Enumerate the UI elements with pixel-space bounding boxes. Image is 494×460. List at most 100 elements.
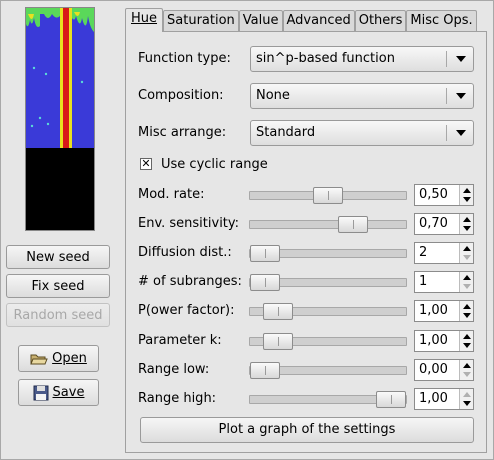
chevron-down-icon (456, 93, 466, 99)
spin-up-icon[interactable] (463, 246, 471, 251)
random-seed-button[interactable]: Random seed (6, 303, 110, 327)
spin-up-icon[interactable] (463, 304, 471, 309)
spin-buttons (459, 185, 473, 205)
function-type-label: Function type: (138, 51, 231, 66)
spin-buttons (459, 214, 473, 234)
combo-separator (446, 125, 447, 141)
tab-advanced[interactable]: Advanced (282, 10, 355, 32)
floppy-disk-icon (33, 385, 49, 401)
spin-down-icon[interactable] (463, 197, 471, 202)
slider-handle[interactable] (250, 274, 280, 291)
value-spinbox[interactable]: 1,00 (414, 300, 474, 322)
combo-separator (446, 88, 447, 104)
tab-saturation[interactable]: Saturation (163, 10, 239, 32)
spin-down-icon[interactable] (463, 284, 471, 289)
chevron-down-icon (456, 56, 466, 62)
gflare-dialog: New seed Fix seed Random seed Open Save … (0, 0, 494, 460)
slider-handle[interactable] (263, 303, 293, 320)
misc-arrange-combo[interactable]: Standard (250, 120, 474, 146)
slider-track[interactable] (249, 245, 407, 262)
slider-track[interactable] (249, 391, 407, 408)
spin-down-icon[interactable] (463, 255, 471, 260)
slider-handle[interactable] (250, 245, 280, 262)
open-button[interactable]: Open (18, 345, 99, 372)
spin-buttons (459, 331, 473, 351)
spin-up-icon[interactable] (463, 363, 471, 368)
plot-graph-button[interactable]: Plot a graph of the settings (140, 417, 474, 443)
slider-handle[interactable] (313, 187, 343, 204)
slider-track[interactable] (249, 274, 407, 291)
cyclic-range-label: Use cyclic range (161, 157, 268, 172)
slider-track[interactable] (249, 333, 407, 350)
spin-buttons (459, 243, 473, 263)
value-spinbox[interactable]: 2 (414, 242, 474, 264)
spin-down-icon[interactable] (463, 313, 471, 318)
slider-handle[interactable] (250, 362, 280, 379)
spinbox-value: 0,50 (419, 187, 448, 202)
slider-track[interactable] (249, 216, 407, 233)
tab-value[interactable]: Value (238, 10, 283, 32)
spin-down-icon[interactable] (463, 372, 471, 377)
composition-combo[interactable]: None (250, 83, 474, 109)
slider-label: Env. sensitivity: (138, 216, 240, 231)
spin-buttons (459, 389, 473, 409)
value-spinbox[interactable]: 0,70 (414, 213, 474, 235)
save-button[interactable]: Save (18, 379, 99, 406)
composition-label: Composition: (138, 88, 224, 103)
fix-seed-label: Fix seed (31, 278, 85, 294)
save-label: Save (52, 385, 85, 400)
slider-track[interactable] (249, 362, 407, 379)
tab-hue[interactable]: Hue (125, 8, 164, 32)
slider-handle[interactable] (376, 391, 406, 408)
slider-label: # of subranges: (138, 274, 242, 289)
spin-up-icon[interactable] (463, 334, 471, 339)
function-type-value: sin^p-based function (256, 51, 395, 66)
chevron-down-icon (456, 130, 466, 136)
misc-arrange-label: Misc arrange: (138, 125, 227, 140)
slider-track[interactable] (249, 303, 407, 320)
slider-label: Diffusion dist.: (138, 245, 232, 260)
spin-buttons (459, 360, 473, 380)
folder-open-icon (30, 352, 48, 366)
fix-seed-button[interactable]: Fix seed (6, 274, 110, 298)
slider-handle[interactable] (263, 333, 293, 350)
spinbox-value: 2 (419, 245, 428, 260)
spinbox-value: 1 (419, 274, 428, 289)
plot-graph-label: Plot a graph of the settings (218, 422, 396, 437)
open-label: Open (52, 351, 87, 366)
tab-others[interactable]: Others (354, 10, 407, 32)
spin-up-icon[interactable] (463, 188, 471, 193)
spin-up-icon[interactable] (463, 217, 471, 222)
slider-label: Range high: (138, 391, 217, 406)
spin-up-icon[interactable] (463, 275, 471, 280)
cyclic-range-checkbox[interactable]: ✕ (140, 158, 152, 170)
slider-handle[interactable] (338, 216, 368, 233)
spinbox-value: 1,00 (419, 333, 448, 348)
value-spinbox[interactable]: 0,50 (414, 184, 474, 206)
slider-label: Range low: (138, 362, 210, 377)
value-spinbox[interactable]: 1,00 (414, 330, 474, 352)
tab-misc-ops[interactable]: Misc Ops. (406, 10, 477, 32)
spinbox-value: 0,00 (419, 362, 448, 377)
new-seed-button[interactable]: New seed (6, 245, 110, 269)
spin-buttons (459, 272, 473, 292)
composition-value: None (256, 88, 290, 103)
value-spinbox[interactable]: 0,00 (414, 359, 474, 381)
misc-arrange-value: Standard (256, 125, 316, 140)
function-type-combo[interactable]: sin^p-based function (250, 46, 474, 72)
spin-down-icon[interactable] (463, 401, 471, 406)
slider-label: Mod. rate: (138, 187, 205, 202)
random-seed-label: Random seed (13, 307, 103, 323)
spin-buttons (459, 301, 473, 321)
new-seed-label: New seed (26, 249, 90, 265)
spinbox-value: 0,70 (419, 216, 448, 231)
slider-label: P(ower factor): (138, 303, 235, 318)
value-spinbox[interactable]: 1 (414, 271, 474, 293)
value-spinbox[interactable]: 1,00 (414, 388, 474, 410)
spin-up-icon[interactable] (463, 392, 471, 397)
slider-label: Parameter k: (138, 333, 222, 348)
slider-track[interactable] (249, 187, 407, 204)
spin-down-icon[interactable] (463, 226, 471, 231)
tab-bar: Hue Saturation Value Advanced Others Mis… (125, 8, 477, 32)
spin-down-icon[interactable] (463, 343, 471, 348)
